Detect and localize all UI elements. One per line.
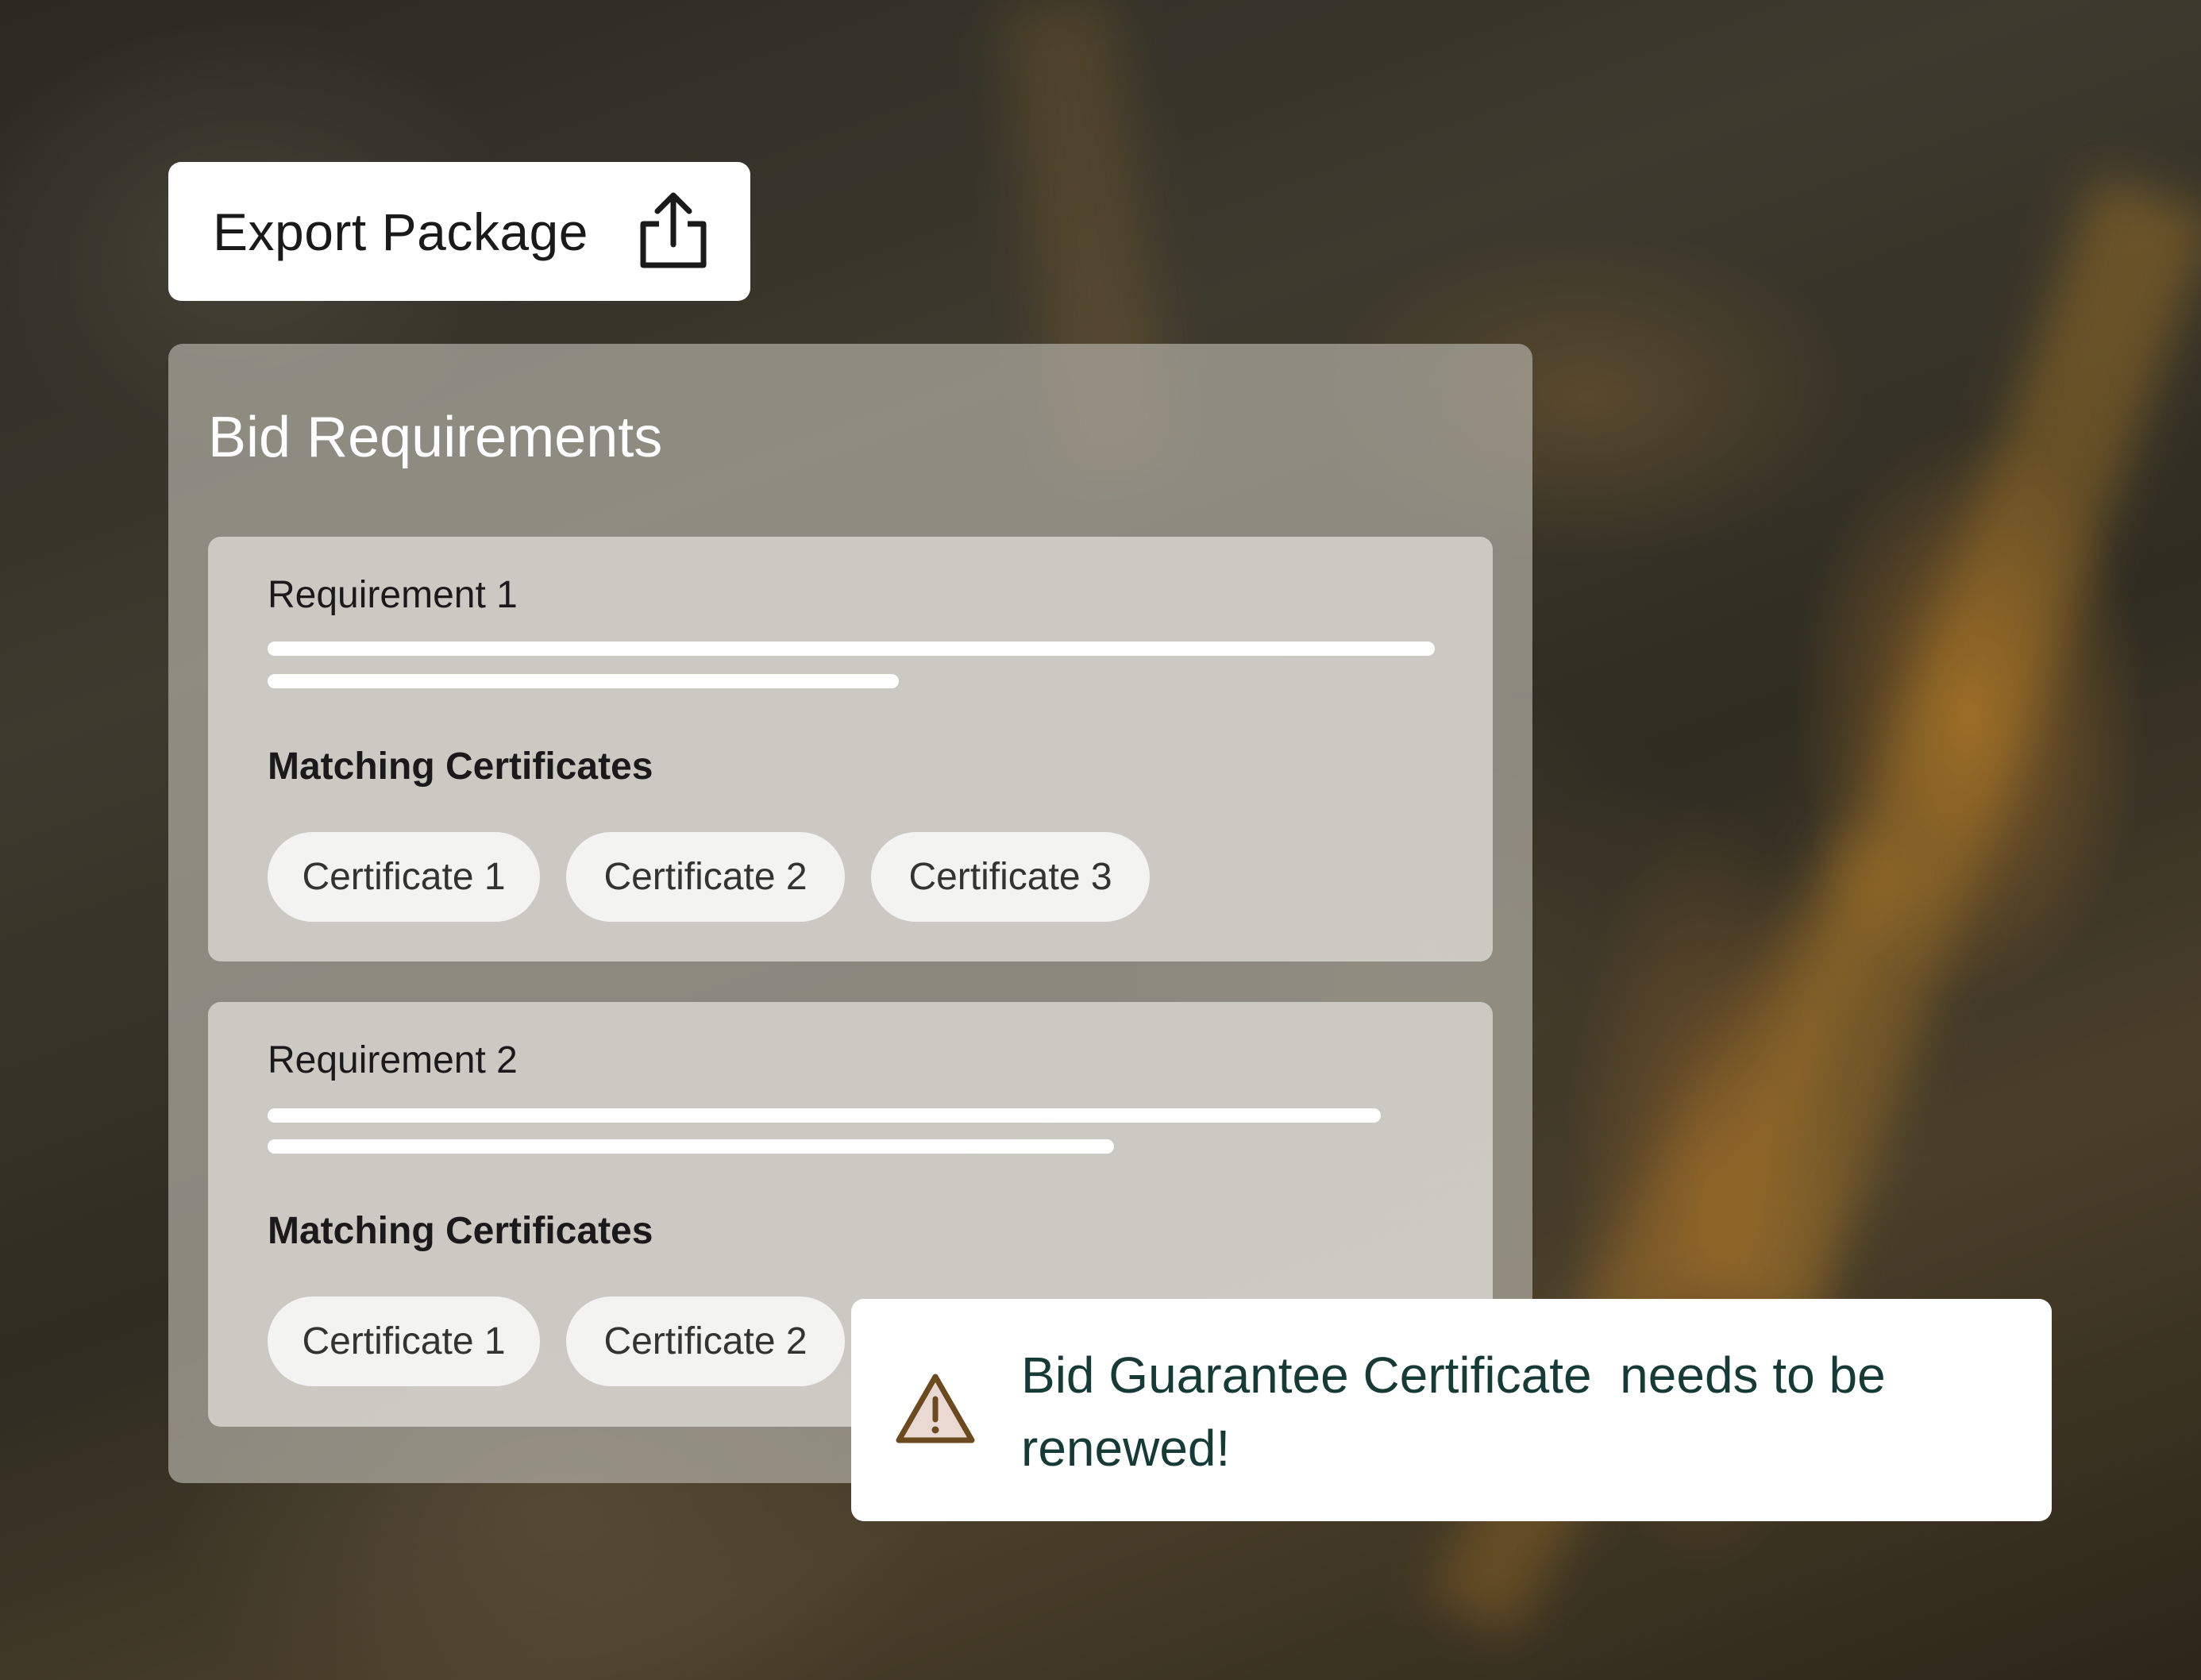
share-upload-icon[interactable]	[635, 192, 711, 272]
description-placeholder-line	[268, 1108, 1381, 1123]
warning-triangle-icon	[896, 1374, 975, 1443]
requirement-title: Requirement 1	[268, 574, 518, 616]
panel-title: Bid Requirements	[208, 406, 663, 469]
background-beam	[1690, 172, 2201, 1336]
requirement-title: Requirement 2	[268, 1039, 518, 1081]
description-placeholder-line	[268, 642, 1435, 656]
description-placeholder-line	[268, 674, 899, 688]
certificate-chip[interactable]: Certificate 2	[566, 832, 845, 922]
certificate-chip[interactable]: Certificate 1	[268, 1297, 540, 1386]
certificate-chip[interactable]: Certificate 3	[871, 832, 1150, 922]
certificate-chip[interactable]: Certificate 1	[268, 832, 540, 922]
alert-message: Bid Guarantee Certificate needs to be re…	[1021, 1347, 1900, 1477]
matching-certificates-label: Matching Certificates	[268, 1210, 653, 1252]
description-placeholder-line	[268, 1139, 1114, 1154]
export-package-label: Export Package	[213, 202, 588, 261]
certificate-chip[interactable]: Certificate 2	[566, 1297, 845, 1386]
matching-certificates-label: Matching Certificates	[268, 746, 653, 788]
